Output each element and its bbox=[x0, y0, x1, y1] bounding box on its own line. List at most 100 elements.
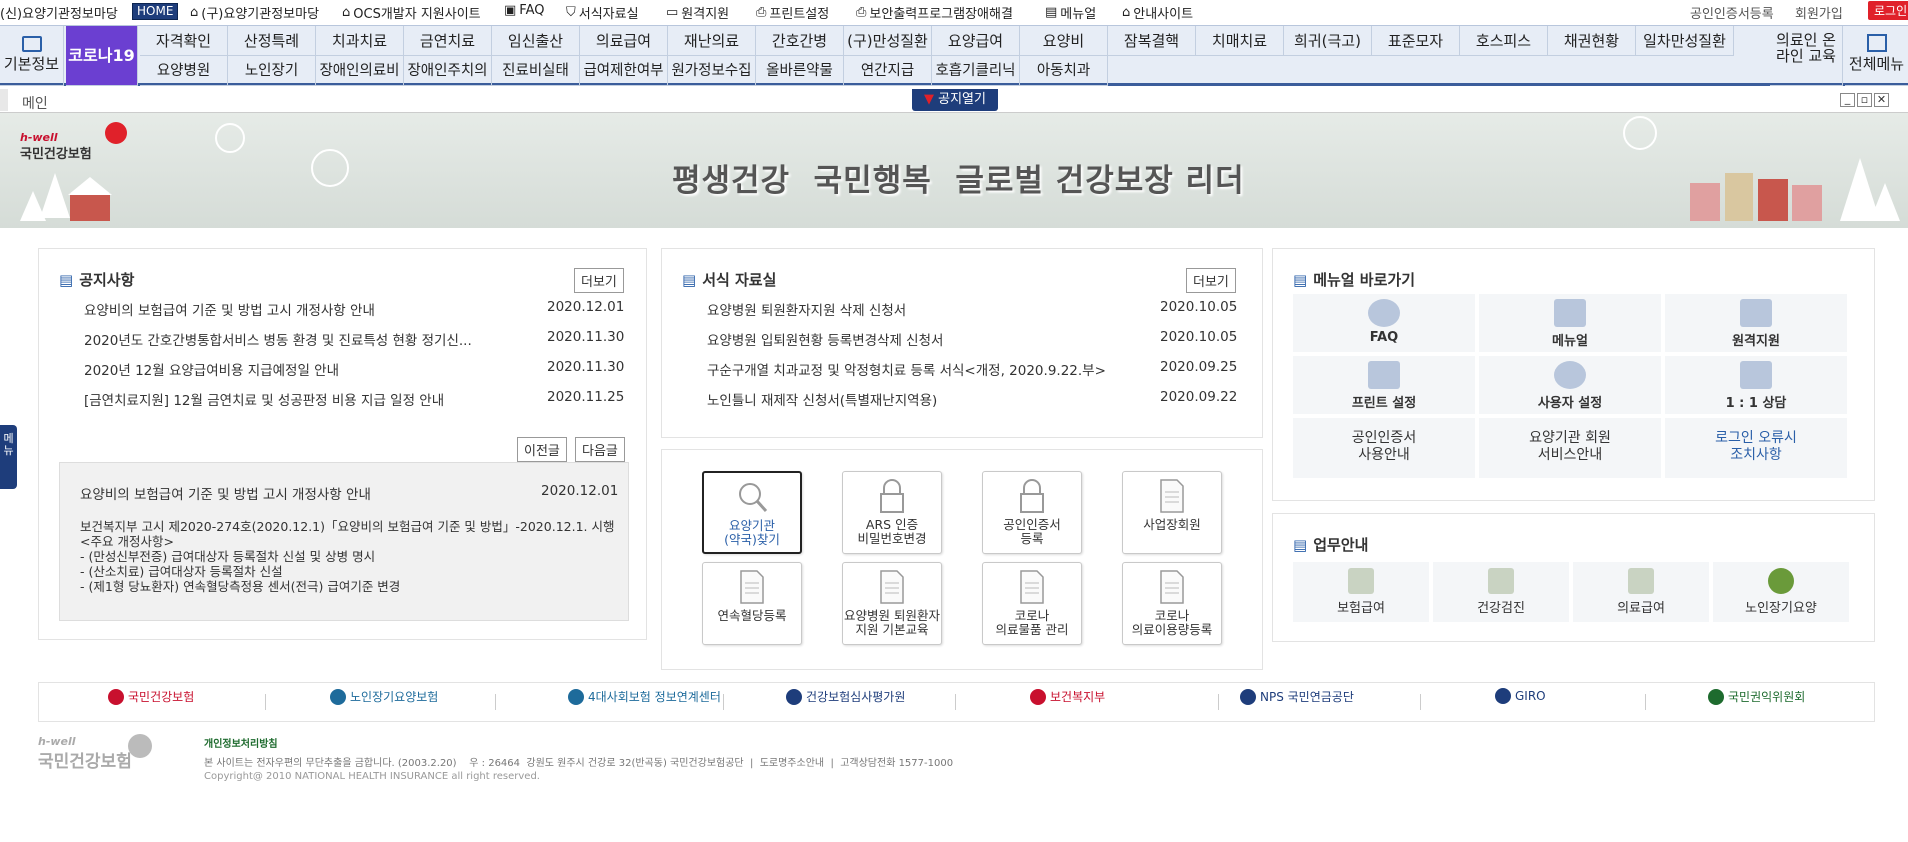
quick-card-1[interactable]: ARS 인증 비밀번호변경 bbox=[842, 471, 942, 554]
link-faq[interactable]: ▣ FAQ bbox=[504, 3, 544, 18]
cert-register-link[interactable]: 공인인증서등록 bbox=[1690, 3, 1774, 22]
menu-item-row2-2[interactable]: 장애인의료비 bbox=[316, 56, 404, 86]
manual-item-2[interactable]: 원격지원 bbox=[1665, 294, 1847, 352]
quick-card-6[interactable]: 코로나 의료물품 관리 bbox=[982, 562, 1082, 645]
menu-item-row2-0[interactable]: 요양병원 bbox=[140, 56, 228, 86]
login-button[interactable]: 로그인 bbox=[1868, 1, 1908, 20]
menu-item-10[interactable]: 요양비 bbox=[1020, 26, 1108, 56]
menu-item-17[interactable]: 일차만성질환 bbox=[1636, 26, 1734, 56]
menu-item-5[interactable]: 의료급여 bbox=[580, 26, 668, 56]
notice-detail-title[interactable]: 요양비의 보험급여 기준 및 방법 고시 개정사항 안내 bbox=[80, 483, 371, 503]
menu-item-row2-8[interactable]: 연간지급 bbox=[844, 56, 932, 86]
footer-logo-5[interactable]: NPS 국민연금공단 bbox=[1240, 688, 1354, 705]
footer-logo-2[interactable]: 4대사회보험 정보연계센터 bbox=[568, 688, 721, 705]
menu-item-row2-7[interactable]: 올바른약물 bbox=[756, 56, 844, 86]
link-print[interactable]: ⎙ 프린트설정 bbox=[756, 3, 829, 22]
quick-card-label: 연속혈당등록 bbox=[717, 608, 787, 623]
tab-main[interactable]: 메인 bbox=[22, 93, 48, 113]
link-ocs-dev[interactable]: ⌂ OCS개발자 지원사이트 bbox=[342, 3, 481, 22]
link-manual[interactable]: ▤ 메뉴얼 bbox=[1045, 3, 1096, 22]
manual-item-1[interactable]: 메뉴얼 bbox=[1479, 294, 1661, 352]
quick-card-7[interactable]: 코로나 의료이용량등록 bbox=[1122, 562, 1222, 645]
menu-item-1[interactable]: 산정특례 bbox=[228, 26, 316, 56]
quick-card-3[interactable]: 사업장회원 bbox=[1122, 471, 1222, 554]
menu-item-row2-4[interactable]: 진료비실태 bbox=[492, 56, 580, 86]
side-menu-tab[interactable]: 메뉴 bbox=[0, 425, 17, 489]
notice-open-button[interactable]: ▼ 공지열기 bbox=[912, 89, 998, 111]
restore-icon[interactable]: ▫ bbox=[1857, 93, 1872, 107]
footer-logo-0[interactable]: 국민건강보험 bbox=[108, 688, 194, 705]
menu-item-13[interactable]: 희귀(극고) bbox=[1284, 26, 1372, 56]
menu-item-row2-3[interactable]: 장애인주치의 bbox=[404, 56, 492, 86]
printer-icon bbox=[1368, 361, 1400, 389]
menu-item-12[interactable]: 치매치료 bbox=[1196, 26, 1284, 56]
form-item-title[interactable]: 노인틀니 재제작 신청서(특별재난지역용) bbox=[707, 389, 1137, 409]
menu-medical-education[interactable]: 의료인 온라인 교육 bbox=[1770, 26, 1843, 86]
manual-item-3[interactable]: 프린트 설정 bbox=[1293, 356, 1475, 414]
menu-basic-info[interactable]: 기본정보 bbox=[0, 26, 64, 86]
close-icon[interactable]: ✕ bbox=[1874, 93, 1889, 107]
manual-text-item-0[interactable]: 공인인증서 사용안내 bbox=[1293, 418, 1475, 478]
footer-logo-1[interactable]: 노인장기요양보험 bbox=[330, 688, 438, 705]
home-button[interactable]: HOME bbox=[132, 3, 179, 20]
business-item-0[interactable]: 보험급여 bbox=[1293, 562, 1429, 622]
menu-item-9[interactable]: 요양급여 bbox=[932, 26, 1020, 56]
prev-button[interactable]: 이전글 bbox=[517, 437, 567, 462]
manual-item-5[interactable]: 1 : 1 상담 bbox=[1665, 356, 1847, 414]
footer-logo-3[interactable]: 건강보험심사평가원 bbox=[786, 688, 905, 705]
footer-logo-4[interactable]: 보건복지부 bbox=[1030, 688, 1105, 705]
menu-item-7[interactable]: 간호간병 bbox=[756, 26, 844, 56]
menu-item-4[interactable]: 임신출산 bbox=[492, 26, 580, 56]
forms-more-button[interactable]: 더보기 bbox=[1186, 268, 1236, 293]
menu-covid19[interactable]: 코로나19 bbox=[66, 26, 138, 86]
menu-item-2[interactable]: 치과치료 bbox=[316, 26, 404, 56]
manual-item-4[interactable]: 사용자 설정 bbox=[1479, 356, 1661, 414]
manual-text-item-2[interactable]: 로그인 오류시 조치사항 bbox=[1665, 418, 1847, 478]
menu-item-14[interactable]: 표준모자 bbox=[1372, 26, 1460, 56]
minimize-icon[interactable]: _ bbox=[1840, 93, 1855, 107]
quick-card-4[interactable]: 연속혈당등록 bbox=[702, 562, 802, 645]
business-item-1[interactable]: 건강검진 bbox=[1433, 562, 1569, 622]
form-item-title[interactable]: 요양병원 입퇴원현황 등록변경삭제 신청서 bbox=[707, 329, 1137, 349]
menu-item-row2-6[interactable]: 원가정보수집 bbox=[668, 56, 756, 86]
next-button[interactable]: 다음글 bbox=[575, 437, 625, 462]
manual-item-0[interactable]: FAQ bbox=[1293, 294, 1475, 352]
menu-item-8[interactable]: (구)만성질환 bbox=[844, 26, 932, 56]
privacy-policy-link[interactable]: 개인정보처리방침 bbox=[204, 735, 278, 750]
quick-card-5[interactable]: 요양병원 퇴원환자 지원 기본교육 bbox=[842, 562, 942, 645]
menu-item-row2-5[interactable]: 급여제한여부 bbox=[580, 56, 668, 86]
form-item-title[interactable]: 요양병원 퇴원환자지원 삭제 신청서 bbox=[707, 299, 1137, 319]
manual-panel: ▤ 메뉴얼 바로가기 FAQ 메뉴얼 원격지원 프린트 설정 사용자 설정 1 : 1 상담… bbox=[1272, 248, 1875, 501]
menu-item-row2-1[interactable]: 노인장기 bbox=[228, 56, 316, 86]
notice-item-title[interactable]: 요양비의 보험급여 기준 및 방법 고시 개정사항 안내 bbox=[84, 299, 484, 319]
menu-item-row2-10[interactable]: 아동치과 bbox=[1020, 56, 1108, 86]
manual-text-item-1[interactable]: 요양기관 회원 서비스안내 bbox=[1479, 418, 1661, 478]
menu-item-16[interactable]: 채권현황 bbox=[1548, 26, 1636, 56]
menu-all[interactable]: 전체메뉴 bbox=[1845, 26, 1908, 86]
notice-item-title[interactable]: [금연치료지원] 12월 금연치료 및 성공판정 비용 지급 일정 안내 bbox=[84, 389, 484, 409]
quick-card-0[interactable]: 요양기관 (약국)찾기 bbox=[702, 471, 802, 554]
quick-card-2[interactable]: 공인인증서 등록 bbox=[982, 471, 1082, 554]
menu-item-0[interactable]: 자격확인 bbox=[140, 26, 228, 56]
menu-item-3[interactable]: 금연치료 bbox=[404, 26, 492, 56]
business-item-3[interactable]: 노인장기요양 bbox=[1713, 562, 1849, 622]
menu-item-row2-9[interactable]: 호흡기클리닉 bbox=[932, 56, 1020, 86]
menu-item-6[interactable]: 재난의료 bbox=[668, 26, 756, 56]
link-guide[interactable]: ⌂ 안내사이트 bbox=[1122, 3, 1193, 22]
notice-item-title[interactable]: 2020년 12월 요양급여비용 지급예정일 안내 bbox=[84, 359, 484, 379]
quick-card-label-2: (약국)찾기 bbox=[724, 532, 780, 547]
menu-item-15[interactable]: 호스피스 bbox=[1460, 26, 1548, 56]
footer-logo-7[interactable]: 국민권익위원회 bbox=[1708, 688, 1805, 705]
notice-item-title[interactable]: 2020년도 간호간병통합서비스 병동 환경 및 진료특성 현황 정기신... bbox=[84, 329, 484, 349]
menu-item-11[interactable]: 잠복결핵 bbox=[1108, 26, 1196, 56]
notice-more-button[interactable]: 더보기 bbox=[574, 268, 624, 293]
footer-logo-6[interactable]: GIRO bbox=[1495, 688, 1546, 704]
link-old-portal[interactable]: ⌂ (구)요양기관정보마당 bbox=[190, 3, 319, 22]
business-item-2[interactable]: 의료급여 bbox=[1573, 562, 1709, 622]
link-remote[interactable]: ▭ 원격지원 bbox=[666, 3, 729, 22]
footer-logo-label: 보건복지부 bbox=[1050, 690, 1106, 704]
form-item-title[interactable]: 구순구개열 치과교정 및 악정형치료 등록 서식<개정, 2020.9.22.부… bbox=[707, 359, 1137, 379]
link-forms[interactable]: ⛉ 서식자료실 bbox=[566, 3, 639, 22]
link-security-print[interactable]: ⎙ 보안출력프로그램장애해결 bbox=[856, 3, 1013, 22]
join-link[interactable]: 회원가입 bbox=[1795, 3, 1843, 22]
